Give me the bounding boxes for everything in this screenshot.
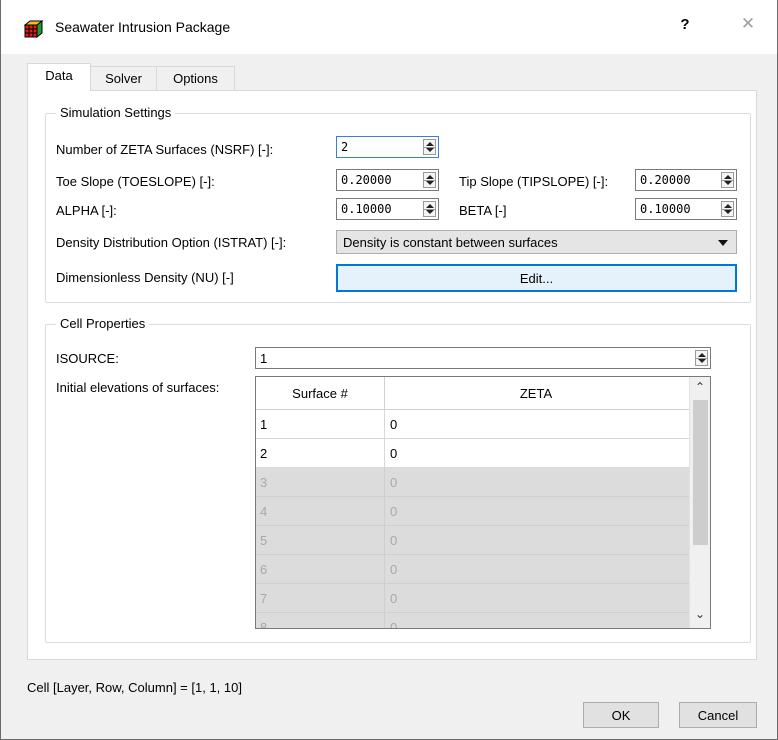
isource-label: ISOURCE: bbox=[56, 351, 119, 366]
zeta-cell: 0 bbox=[390, 620, 398, 629]
surface-cell: 6 bbox=[256, 555, 385, 583]
cell-properties-title: Cell Properties bbox=[56, 316, 150, 331]
alpha-spinbox[interactable]: 0.10000 bbox=[336, 198, 439, 220]
spinner-arrows-icon[interactable] bbox=[423, 201, 436, 217]
spinner-arrows-icon[interactable] bbox=[721, 201, 734, 217]
tab-options[interactable]: Options bbox=[156, 66, 235, 90]
table-row: 5 0 bbox=[256, 526, 689, 555]
cell-location-status: Cell [Layer, Row, Column] = [1, 1, 10] bbox=[27, 680, 242, 695]
istrat-value: Density is constant between surfaces bbox=[343, 235, 558, 250]
column-header-zeta[interactable]: ZETA bbox=[385, 377, 687, 410]
isource-value: 1 bbox=[260, 351, 268, 366]
zeta-cell[interactable]: 0 bbox=[385, 439, 687, 467]
zeta-cell: 0 bbox=[390, 504, 398, 519]
column-header-surface[interactable]: Surface # bbox=[256, 377, 385, 410]
table-row[interactable]: 2 0 bbox=[256, 439, 689, 468]
scroll-up-icon[interactable]: ⌃ bbox=[695, 381, 705, 393]
cancel-button[interactable]: Cancel bbox=[679, 702, 757, 728]
zeta-cell[interactable]: 0 bbox=[385, 410, 687, 438]
seawater-intrusion-dialog: Seawater Intrusion Package ? ✕ Data Solv… bbox=[0, 0, 778, 740]
zeta-cell: 0 bbox=[390, 591, 398, 606]
surface-cell: 5 bbox=[256, 526, 385, 554]
isource-spinbox[interactable]: 1 bbox=[255, 347, 711, 369]
surface-cell[interactable]: 2 bbox=[256, 439, 385, 467]
elevations-label: Initial elevations of surfaces: bbox=[56, 380, 220, 395]
nsrf-label: Number of ZETA Surfaces (NSRF) [-]: bbox=[56, 142, 274, 157]
tab-solver[interactable]: Solver bbox=[90, 66, 157, 90]
spinner-arrows-icon[interactable] bbox=[423, 139, 436, 155]
toeslope-value: 0.20000 bbox=[341, 173, 392, 187]
grid-cube-icon bbox=[23, 19, 44, 39]
table-row: 6 0 bbox=[256, 555, 689, 584]
tab-data[interactable]: Data bbox=[27, 63, 91, 91]
table-row: 7 0 bbox=[256, 584, 689, 613]
scroll-down-icon[interactable]: ⌄ bbox=[695, 608, 705, 620]
scrollbar-thumb[interactable] bbox=[693, 400, 708, 545]
ok-button[interactable]: OK bbox=[583, 702, 659, 728]
tipslope-spinbox[interactable]: 0.20000 bbox=[635, 169, 737, 191]
tipslope-label: Tip Slope (TIPSLOPE) [-]: bbox=[459, 174, 609, 189]
table-row: 4 0 bbox=[256, 497, 689, 526]
help-button[interactable]: ? bbox=[676, 16, 694, 33]
beta-label: BETA [-] bbox=[459, 203, 507, 218]
alpha-value: 0.10000 bbox=[341, 202, 392, 216]
table-header: Surface # ZETA bbox=[256, 377, 689, 410]
close-icon[interactable]: ✕ bbox=[739, 14, 757, 34]
surface-cell: 8 bbox=[256, 613, 385, 628]
window-title: Seawater Intrusion Package bbox=[55, 19, 231, 35]
edit-nu-button[interactable]: Edit... bbox=[336, 264, 737, 292]
simulation-settings-title: Simulation Settings bbox=[56, 105, 176, 120]
zeta-cell: 0 bbox=[390, 475, 398, 490]
alpha-label: ALPHA [-]: bbox=[56, 203, 117, 218]
tipslope-value: 0.20000 bbox=[640, 173, 691, 187]
spinner-arrows-icon[interactable] bbox=[423, 172, 436, 188]
istrat-dropdown[interactable]: Density is constant between surfaces bbox=[336, 230, 737, 254]
title-bar: Seawater Intrusion Package ? ✕ bbox=[1, 0, 777, 54]
toeslope-spinbox[interactable]: 0.20000 bbox=[336, 169, 439, 191]
toeslope-label: Toe Slope (TOESLOPE) [-]: bbox=[56, 174, 215, 189]
nsrf-value: 2 bbox=[341, 140, 349, 154]
surface-elevations-table[interactable]: Surface # ZETA 1 0 2 0 3 0 4 0 5 0 6 0 7… bbox=[255, 376, 711, 629]
beta-value: 0.10000 bbox=[640, 202, 691, 216]
table-row[interactable]: 1 0 bbox=[256, 410, 689, 439]
zeta-cell: 0 bbox=[390, 533, 398, 548]
table-row: 8 0 bbox=[256, 613, 689, 629]
surface-cell: 3 bbox=[256, 468, 385, 496]
table-row: 3 0 bbox=[256, 468, 689, 497]
spinner-arrows-icon[interactable] bbox=[721, 172, 734, 188]
table-body: 1 0 2 0 3 0 4 0 5 0 6 0 7 0 8 0 bbox=[256, 410, 689, 629]
zeta-cell: 0 bbox=[390, 562, 398, 577]
nu-label: Dimensionless Density (NU) [-] bbox=[56, 270, 234, 285]
surface-cell: 7 bbox=[256, 584, 385, 612]
table-scrollbar[interactable]: ⌃ ⌄ bbox=[689, 377, 710, 628]
nsrf-spinbox[interactable]: 2 bbox=[336, 136, 439, 158]
spinner-arrows-icon[interactable] bbox=[695, 350, 708, 366]
surface-cell[interactable]: 1 bbox=[256, 410, 385, 438]
istrat-label: Density Distribution Option (ISTRAT) [-]… bbox=[56, 235, 287, 250]
surface-cell: 4 bbox=[256, 497, 385, 525]
beta-spinbox[interactable]: 0.10000 bbox=[635, 198, 737, 220]
chevron-down-icon[interactable] bbox=[718, 240, 728, 246]
